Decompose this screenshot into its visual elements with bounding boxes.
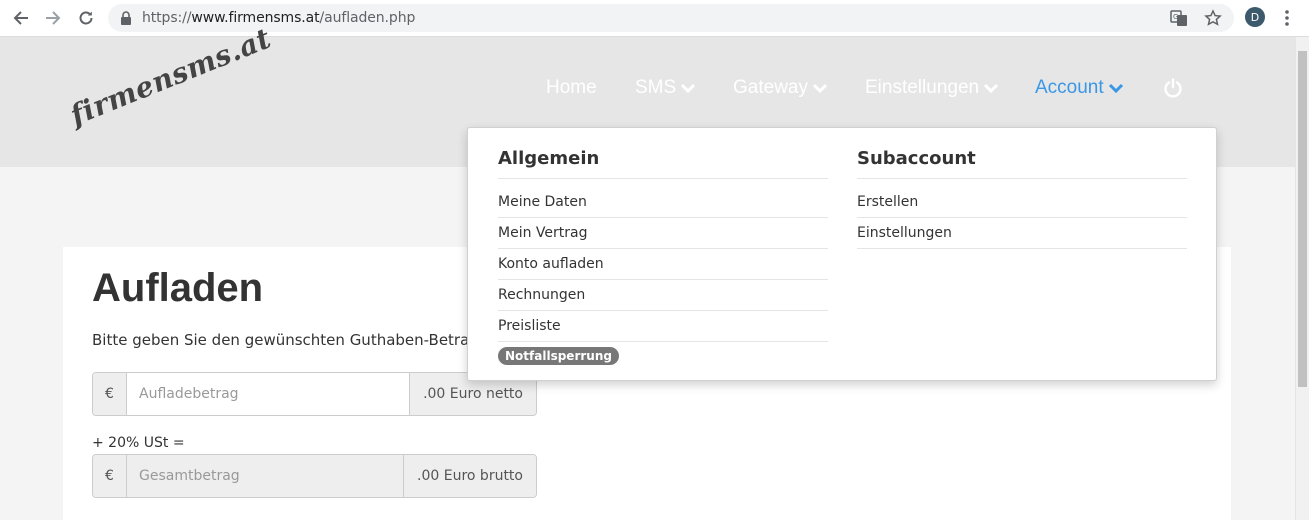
page-title: Aufladen	[92, 266, 264, 310]
profile-avatar[interactable]: D	[1245, 7, 1265, 27]
menu-item-meine-daten[interactable]: Meine Daten	[498, 187, 828, 218]
amount-input[interactable]	[127, 373, 410, 415]
star-icon[interactable]	[1204, 9, 1222, 32]
chevron-down-icon	[812, 83, 828, 94]
total-input-group: € .00 Euro brutto	[92, 454, 537, 498]
dropdown-heading-subaccount: Subaccount	[857, 148, 1187, 179]
back-arrow-icon[interactable]	[10, 7, 32, 29]
power-icon[interactable]	[1162, 77, 1184, 104]
nav-sms[interactable]: SMS	[635, 77, 696, 99]
page-scrollbar[interactable]	[1295, 37, 1309, 520]
site-logo[interactable]: firmensms.at	[66, 22, 276, 132]
nav-einstellungen[interactable]: Einstellungen	[865, 77, 999, 99]
chevron-down-icon	[984, 83, 999, 94]
euro-prefix: €	[93, 455, 127, 497]
nav-home-label: Home	[546, 77, 597, 98]
kebab-menu-icon[interactable]	[1280, 8, 1294, 28]
scrollbar-thumb[interactable]	[1298, 51, 1307, 387]
chevron-down-icon	[1108, 83, 1123, 94]
address-bar[interactable]: https://www.firmensms.at/aufladen.php G	[108, 4, 1234, 32]
nav-home[interactable]: Home	[546, 77, 597, 99]
reload-icon[interactable]	[75, 7, 97, 29]
menu-item-mein-vertrag[interactable]: Mein Vertrag	[498, 218, 828, 249]
menu-item-rechnungen[interactable]: Rechnungen	[498, 280, 828, 311]
menu-item-subaccount-einstellungen[interactable]: Einstellungen	[857, 218, 1187, 249]
euro-prefix: €	[93, 373, 127, 415]
account-dropdown-menu: Allgemein Meine Daten Mein Vertrag Konto…	[467, 127, 1217, 381]
total-input	[127, 455, 404, 497]
nav-account[interactable]: Account	[1035, 77, 1124, 99]
browser-toolbar: https://www.firmensms.at/aufladen.php G …	[0, 0, 1309, 37]
menu-item-erstellen[interactable]: Erstellen	[857, 187, 1187, 218]
intro-text: Bitte geben Sie den gewünschten Guthaben…	[92, 331, 498, 349]
notfallsperrung-badge[interactable]: Notfallsperrung	[498, 347, 619, 365]
dropdown-column-allgemein: Allgemein Meine Daten Mein Vertrag Konto…	[498, 148, 828, 365]
translate-icon[interactable]: G	[1170, 9, 1188, 32]
dropdown-heading-allgemein: Allgemein	[498, 148, 828, 179]
menu-item-konto-aufladen[interactable]: Konto aufladen	[498, 249, 828, 280]
nav-gateway[interactable]: Gateway	[733, 77, 828, 99]
menu-item-preisliste[interactable]: Preisliste	[498, 311, 828, 342]
forward-arrow-icon[interactable]	[42, 7, 64, 29]
dropdown-column-subaccount: Subaccount Erstellen Einstellungen	[857, 148, 1187, 249]
nav-einstellungen-label: Einstellungen	[865, 77, 980, 98]
lock-icon	[120, 11, 132, 30]
nav-sms-label: SMS	[635, 77, 677, 98]
tax-label: + 20% USt =	[92, 435, 185, 451]
nav-gateway-label: Gateway	[733, 77, 808, 98]
brutto-suffix: .00 Euro brutto	[403, 455, 536, 497]
chevron-down-icon	[681, 83, 696, 94]
svg-text:G: G	[1173, 13, 1178, 21]
nav-account-label: Account	[1035, 77, 1104, 98]
url-text: https://www.firmensms.at/aufladen.php	[142, 10, 416, 26]
